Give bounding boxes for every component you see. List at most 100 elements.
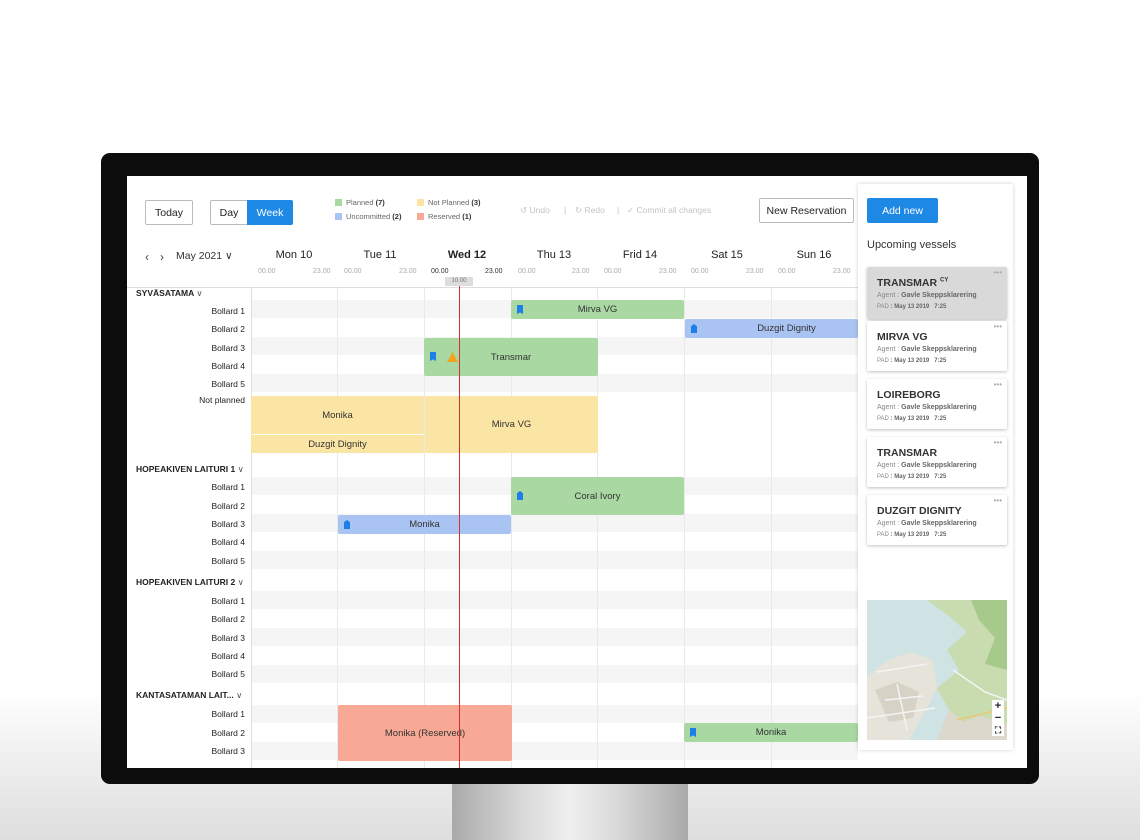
commit-button[interactable]: ✓ Commit all changes — [627, 205, 711, 216]
berth-group-hopeakiven-1[interactable]: HOPEAKIVEN LAITURI 1 ∨ — [136, 464, 244, 475]
hour-tick: 00.00 — [258, 268, 276, 275]
vessel-card[interactable]: DUZGIT DIGNITY Agent : Gavle Skeppsklare… — [867, 495, 1007, 545]
booking-label: Transmar — [490, 351, 532, 363]
app-screen: Today Day Week Planned (7) Not Planned (… — [127, 176, 1027, 768]
warning-icon[interactable] — [447, 352, 458, 362]
separator: | — [617, 205, 620, 215]
legend-planned-swatch — [335, 199, 342, 206]
vessel-pad: PAD : May 13 2019 7:25 — [877, 358, 947, 364]
bollard-label: Bollard 2 — [211, 614, 245, 624]
undo-button[interactable]: ↺ Undo — [520, 205, 550, 216]
chevron-down-icon: ∨ — [237, 577, 244, 587]
hour-tick: 23.00 — [659, 268, 677, 275]
week-view-button[interactable]: Week — [247, 200, 293, 225]
more-icon[interactable]: ••• — [994, 496, 1002, 505]
booking-monika-not-planned[interactable]: Monika — [251, 396, 424, 434]
bollard-label: Bollard 5 — [211, 556, 245, 566]
vessel-name: MIRVA VG — [877, 331, 928, 343]
legend-not-planned: Not Planned (3) — [428, 198, 481, 207]
more-icon[interactable]: ••• — [994, 438, 1002, 447]
booking-duzgit-not-planned[interactable]: Duzgit Dignity — [251, 435, 424, 453]
bollard-label: Bollard 3 — [211, 343, 245, 353]
legend-uncommitted-swatch — [335, 213, 342, 220]
bollard-label: Bollard 2 — [211, 324, 245, 334]
booking-label: Monika — [755, 727, 787, 738]
fullscreen-button[interactable]: ⛶ — [992, 724, 1004, 736]
zoom-in-button[interactable]: + — [992, 700, 1004, 712]
vessel-card[interactable]: LOIREBORG Agent : Gavle Skeppsklarering … — [867, 379, 1007, 429]
day-header-today: Wed 12 — [447, 249, 487, 261]
monitor-stand — [452, 784, 688, 840]
bollard-label: Bollard 5 — [211, 669, 245, 679]
vessel-pad: PAD : May 13 2019 7:25 — [877, 304, 947, 310]
prev-week-button[interactable]: ‹ — [145, 250, 149, 264]
hour-tick: 23.00 — [572, 268, 590, 275]
today-button[interactable]: Today — [145, 200, 193, 225]
vessel-marker-icon — [344, 520, 350, 529]
chevron-down-icon: ∨ — [236, 690, 243, 700]
check-icon: ✓ — [627, 205, 635, 215]
day-header: Sat 15 — [711, 249, 743, 261]
vessel-marker-icon — [691, 324, 697, 333]
redo-button[interactable]: ↻ Redo — [575, 205, 605, 216]
day-header: Tue 11 — [363, 249, 397, 261]
bollard-label: Bollard 3 — [211, 633, 245, 643]
vessel-pad: PAD : May 13 2019 7:25 — [877, 474, 947, 480]
hour-tick: 00.00 — [691, 268, 709, 275]
map-image — [867, 600, 1007, 740]
booking-coral-ivory[interactable]: Coral Ivory — [511, 477, 684, 515]
bollard-label: Bollard 4 — [211, 651, 245, 661]
vessel-agent: Agent : Gavle Skeppsklarering — [877, 346, 977, 353]
vessel-agent: Agent : Gavle Skeppsklarering — [877, 292, 977, 299]
separator: | — [564, 205, 567, 215]
legend-reserved: Reserved (1) — [428, 212, 472, 221]
booking-monika-reserved[interactable]: Monika (Reserved) — [338, 705, 512, 761]
vessel-card[interactable]: TRANSMAR CY Agent : Gavle Skeppsklarerin… — [867, 267, 1007, 319]
header-divider — [127, 287, 858, 288]
booking-label: Monika — [322, 409, 353, 421]
booking-mirva-not-planned[interactable]: Mirva VG — [425, 396, 598, 453]
vessel-name: DUZGIT DIGNITY — [877, 505, 962, 517]
bollard-label: Bollard 1 — [211, 482, 245, 492]
new-reservation-button[interactable]: New Reservation — [759, 198, 854, 223]
vessel-card[interactable]: TRANSMAR Agent : Gavle Skeppsklarering P… — [867, 437, 1007, 487]
bollard-label: Bollard 4 — [211, 361, 245, 371]
berth-group-kantasataman[interactable]: KANTASATAMAN LAIT... ∨ — [136, 690, 242, 701]
chevron-down-icon: ∨ — [196, 288, 203, 298]
booking-duzgit-dignity[interactable]: Duzgit Dignity — [685, 319, 858, 338]
berth-group-syvasatama[interactable]: SYVÄSATAMA ∨ — [136, 288, 203, 299]
hour-tick: 23.00 — [399, 268, 417, 275]
hour-tick: 23.00 — [313, 268, 331, 275]
bollard-label: Bollard 1 — [211, 596, 245, 606]
vessel-marker-icon — [517, 491, 523, 500]
add-new-button[interactable]: Add new — [867, 198, 938, 223]
vessel-marker-icon — [690, 728, 696, 737]
next-week-button[interactable]: › — [160, 250, 164, 264]
more-icon[interactable]: ••• — [994, 268, 1002, 277]
bollard-label: Bollard 1 — [211, 306, 245, 316]
not-planned-label: Not planned — [199, 395, 245, 405]
booking-mirva-vg[interactable]: Mirva VG — [511, 300, 684, 319]
booking-label: Coral Ivory — [574, 490, 621, 502]
vessel-name: LOIREBORG — [877, 389, 941, 401]
vessel-card[interactable]: MIRVA VG Agent : Gavle Skeppsklarering P… — [867, 321, 1007, 371]
booking-monika[interactable]: Monika — [338, 515, 511, 534]
legend-reserved-swatch — [417, 213, 424, 220]
hour-tick: 23.00 — [485, 268, 503, 275]
chevron-down-icon: ∨ — [225, 250, 233, 262]
more-icon[interactable]: ••• — [994, 322, 1002, 331]
chevron-down-icon: ∨ — [237, 464, 244, 474]
vessel-name: TRANSMAR — [877, 447, 938, 459]
day-view-button[interactable]: Day — [210, 200, 248, 225]
more-icon[interactable]: ••• — [994, 380, 1002, 389]
hour-tick: 23.00 — [746, 268, 764, 275]
booking-monika-kantasataman[interactable]: Monika — [684, 723, 858, 742]
booking-transmar[interactable]: Transmar — [424, 338, 598, 376]
port-map[interactable]: + − ⛶ — [867, 600, 1007, 740]
zoom-out-button[interactable]: − — [992, 712, 1004, 724]
day-header: Mon 10 — [275, 249, 313, 261]
berth-group-hopeakiven-2[interactable]: HOPEAKIVEN LAITURI 2 ∨ — [136, 577, 244, 588]
bollard-label: Bollard 3 — [211, 746, 245, 756]
month-selector[interactable]: May 2021 ∨ — [176, 250, 233, 262]
undo-icon: ↺ — [520, 205, 528, 215]
